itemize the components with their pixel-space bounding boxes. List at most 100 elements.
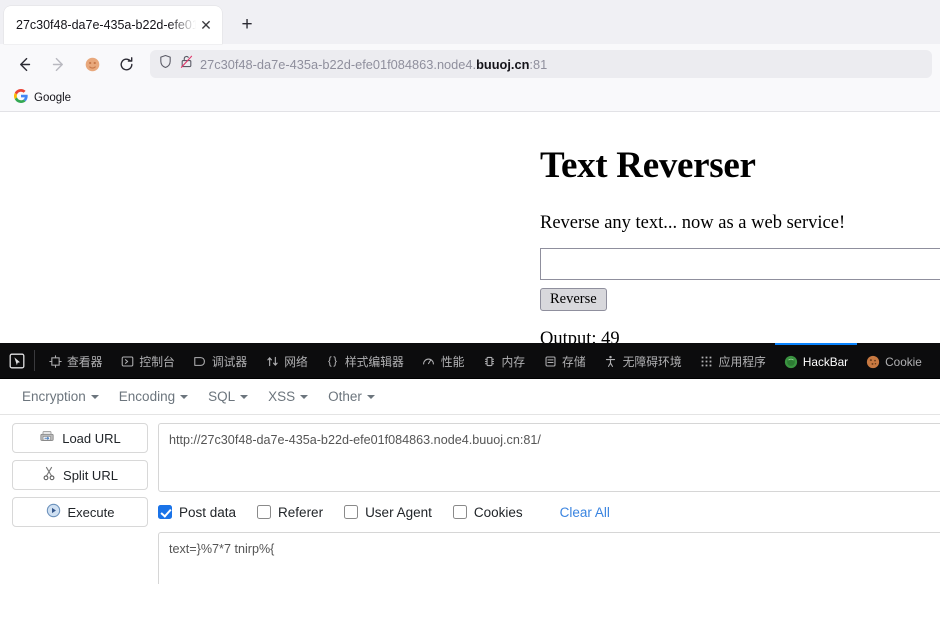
hackbar-panel: Encryption Encoding SQL XSS Other Load U… (0, 379, 940, 584)
checkbox-user-agent[interactable]: User Agent (344, 505, 432, 520)
url-textarea[interactable] (158, 423, 940, 492)
devtools-tab-label: 无障碍环境 (622, 355, 682, 369)
execute-button[interactable]: Execute (12, 497, 148, 527)
devtools-tab-debugger[interactable]: 调试器 (184, 343, 256, 378)
debugger-icon (193, 355, 207, 369)
hackbar-menu-label: SQL (208, 389, 236, 404)
output-text: Output: 49 (540, 329, 620, 343)
checkbox-label: User Agent (365, 504, 432, 520)
url-prefix: 27c30f48-da7e-435a-b22d-efe01f084863.nod… (200, 56, 477, 72)
hackbar-menu-label: Other (328, 389, 362, 404)
checkbox-icon[interactable] (257, 505, 272, 519)
devtools-tab-label: 存储 (562, 355, 586, 369)
devtools-tab-label: HackBar (802, 354, 849, 369)
devtools-tab-memory[interactable]: 内存 (473, 343, 534, 378)
devtools-tab-accessibility[interactable]: 无障碍环境 (595, 343, 691, 378)
hackbar-menu-label: XSS (268, 389, 296, 404)
devtools-tab-performance[interactable]: 性能 (413, 343, 474, 378)
devtools-tab-console[interactable]: 控制台 (111, 343, 183, 378)
toolbar-divider (34, 350, 35, 371)
checkbox-referer[interactable]: Referer (257, 505, 323, 520)
chevron-down-icon (90, 394, 99, 399)
checkbox-icon[interactable] (158, 505, 172, 519)
post-data-textarea[interactable] (158, 532, 940, 584)
checkbox-label: Referer (278, 504, 324, 520)
url-domain: buuoj.cn (476, 56, 530, 72)
hackbar-menu-encoding[interactable]: Encoding (109, 385, 198, 408)
page-subtitle: Reverse any text... now as a web service… (540, 213, 846, 233)
tab-strip: 27c30f48-da7e-435a-b22d-efe01f084863.nod… (0, 0, 940, 44)
cookie-icon (866, 355, 880, 369)
bookmark-label: Google (34, 91, 72, 104)
devtools-tabbar: 查看器 控制台 调试器 网络 样式编辑器 性能 内存 存储 无障碍环境 应用程序… (0, 343, 940, 379)
checkbox-icon[interactable] (344, 505, 359, 519)
load-url-button[interactable]: Load URL (12, 423, 148, 453)
checkbox-label: Post data (179, 504, 237, 520)
devtools-tab-storage[interactable]: 存储 (534, 343, 595, 378)
console-icon (120, 355, 134, 369)
reverse-button[interactable]: Reverse (540, 288, 607, 311)
storage-icon (543, 355, 557, 369)
element-picker-icon[interactable] (2, 343, 32, 378)
split-url-button[interactable]: Split URL (12, 460, 148, 490)
hackbar-menubar: Encryption Encoding SQL XSS Other (0, 379, 940, 415)
hackbar-icon (784, 355, 798, 369)
devtools-tab-label: 查看器 (67, 355, 103, 369)
bookmark-item-google[interactable]: Google (8, 87, 77, 108)
chevron-down-icon (300, 394, 309, 399)
devtools-tab-hackbar[interactable]: HackBar (774, 343, 858, 378)
devtools-panel: 查看器 控制台 调试器 网络 样式编辑器 性能 内存 存储 无障碍环境 应用程序… (0, 343, 940, 584)
url-bar[interactable]: 27c30f48-da7e-435a-b22d-efe01f084863.nod… (150, 50, 932, 78)
devtools-tab-label: Cookie (885, 354, 922, 369)
scissors-icon (42, 466, 56, 484)
hackbar-menu-xss[interactable]: XSS (258, 385, 318, 408)
chevron-down-icon (366, 394, 375, 399)
performance-icon (422, 355, 436, 369)
bookmarks-bar: Google (0, 84, 940, 112)
lock-broken-icon[interactable] (179, 54, 194, 74)
hackbar-fields: Post data Referer User Agent Cookies C (158, 423, 940, 584)
hackbar-button-label: Load URL (62, 430, 121, 446)
clear-all-link[interactable]: Clear All (560, 505, 610, 520)
browser-chrome: 27c30f48-da7e-435a-b22d-efe01f084863.nod… (0, 0, 940, 112)
hackbar-actions: Load URL Split URL Execute (12, 423, 148, 584)
devtools-tab-label: 控制台 (139, 355, 175, 369)
play-icon (46, 503, 61, 521)
browser-tab[interactable]: 27c30f48-da7e-435a-b22d-efe01f084863.nod… (4, 6, 222, 44)
devtools-tab-style-editor[interactable]: 样式编辑器 (317, 343, 413, 378)
devtools-tab-cookie[interactable]: Cookie (857, 343, 931, 378)
devtools-tab-application[interactable]: 应用程序 (691, 343, 775, 378)
new-tab-button[interactable]: + (230, 8, 264, 42)
memory-icon (482, 355, 496, 369)
devtools-tab-network[interactable]: 网络 (256, 343, 317, 378)
hackbar-menu-other[interactable]: Other (318, 385, 385, 408)
devtools-tab-label: 性能 (440, 355, 465, 369)
page-title: Text Reverser (540, 145, 756, 186)
chevron-down-icon (180, 394, 189, 399)
hackbar-menu-sql[interactable]: SQL (198, 385, 258, 408)
container-profile-icon[interactable] (76, 48, 108, 80)
application-icon (700, 355, 714, 369)
inspector-icon (48, 355, 62, 369)
checkbox-icon[interactable] (452, 505, 467, 519)
style-editor-icon (326, 355, 340, 369)
url-text: 27c30f48-da7e-435a-b22d-efe01f084863.nod… (200, 57, 547, 72)
google-favicon (14, 89, 28, 106)
checkbox-post-data[interactable]: Post data (158, 505, 236, 520)
hackbar-menu-label: Encryption (22, 389, 86, 404)
tab-title: 27c30f48-da7e-435a-b22d-efe01f084863.nod… (16, 18, 196, 32)
hackbar-menu-encryption[interactable]: Encryption (12, 385, 109, 408)
accessibility-icon (604, 355, 618, 369)
back-arrow-icon[interactable] (8, 48, 40, 80)
close-icon[interactable]: ✕ (196, 15, 216, 35)
shield-icon[interactable] (158, 54, 173, 74)
text-input[interactable] (540, 248, 940, 280)
devtools-tab-inspector[interactable]: 查看器 (39, 343, 111, 378)
page-viewport: Text Reverser Reverse any text... now as… (0, 112, 940, 343)
checkbox-cookies[interactable]: Cookies (452, 505, 523, 520)
hackbar-button-label: Split URL (63, 467, 118, 483)
devtools-tab-label: 样式编辑器 (344, 355, 404, 369)
hackbar-options-row: Post data Referer User Agent Cookies Cle… (158, 501, 940, 523)
devtools-tab-label: 调试器 (211, 355, 248, 369)
reload-icon[interactable] (110, 48, 142, 80)
